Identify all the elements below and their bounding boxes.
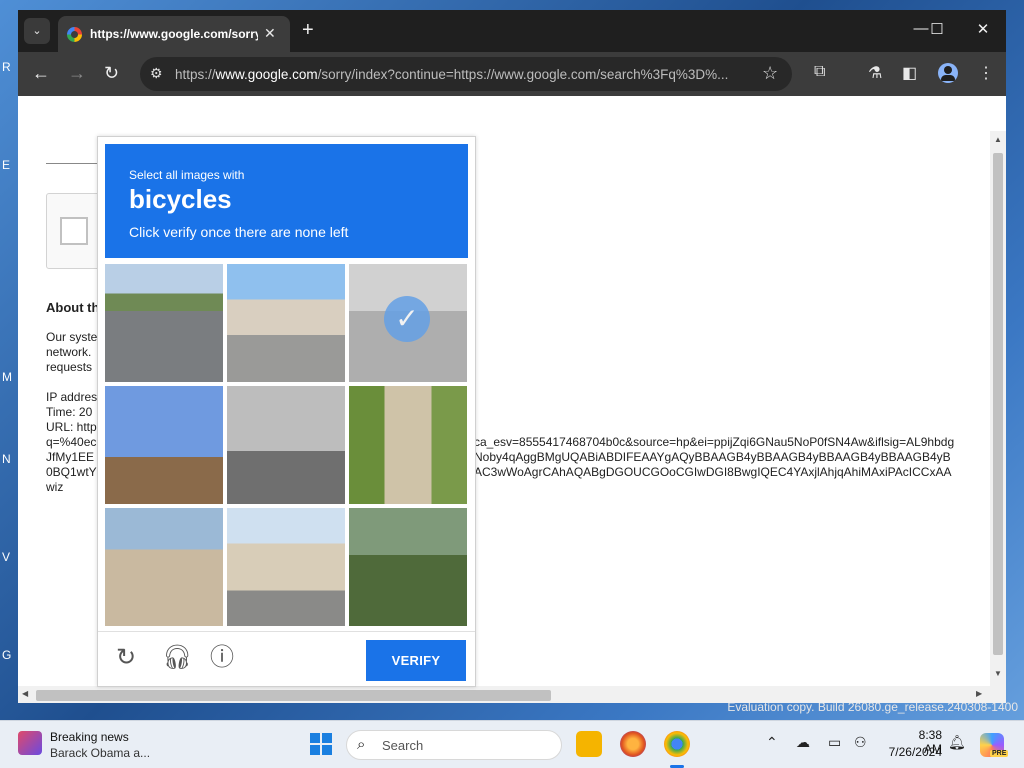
- captcha-tile-street-road[interactable]: [105, 264, 223, 382]
- news-title[interactable]: Breaking news: [50, 730, 129, 744]
- challenge-footer: ↻ 🎧︎ ⓘ VERIFY: [98, 631, 475, 687]
- ip-info-line: URL: http: [46, 420, 97, 434]
- explanation-line: network.: [46, 345, 92, 359]
- firefox-icon[interactable]: [620, 731, 646, 757]
- browser-toolbar: ← → ↻ ⚙ https://www.google.com/sorry/ind…: [18, 52, 1006, 96]
- labs-flask-icon[interactable]: ⚗: [868, 63, 882, 83]
- about-heading: About th: [46, 300, 100, 315]
- copilot-preview-badge: PRE: [990, 750, 1009, 757]
- taskbar: Breaking news Barack Obama a... ⌕ Search…: [0, 720, 1024, 768]
- reload-icon[interactable]: ↻: [116, 644, 136, 672]
- challenge-target: bicycles: [129, 184, 232, 214]
- display-icon[interactable]: ▭: [828, 734, 841, 751]
- horizontal-scroll-thumb[interactable]: [36, 690, 551, 701]
- url-tail-line: ca_esv=8555417468704b0c&source=hp&ei=ppi…: [474, 435, 955, 449]
- chrome-icon[interactable]: [664, 731, 690, 757]
- news-widget-icon[interactable]: [18, 731, 42, 755]
- selected-check-icon: ✓: [384, 296, 430, 342]
- forward-button[interactable]: →: [68, 63, 86, 83]
- vertical-scroll-thumb[interactable]: [993, 153, 1003, 655]
- desktop-icon-label[interactable]: E: [2, 158, 18, 172]
- recaptcha-challenge: Select all images with bicycles Click ve…: [97, 136, 476, 687]
- challenge-instruction: Select all images with: [129, 168, 245, 182]
- address-url[interactable]: https://www.google.com/sorry/index?conti…: [175, 67, 755, 83]
- new-tab-button[interactable]: +: [302, 19, 314, 41]
- active-tab[interactable]: https://www.google.com/sorry ✕: [58, 16, 290, 52]
- search-placeholder: Search: [382, 738, 424, 753]
- extensions-icon[interactable]: ⧉: [814, 63, 825, 81]
- back-button[interactable]: ←: [32, 63, 50, 83]
- recaptcha-checkbox[interactable]: [60, 217, 88, 245]
- desktop-icon-label[interactable]: V: [2, 550, 18, 564]
- scroll-up-arrow-icon[interactable]: ▲: [994, 135, 1002, 144]
- profile-avatar-icon[interactable]: [938, 63, 958, 83]
- ip-info-line: IP addres: [46, 390, 98, 404]
- scroll-left-arrow-icon[interactable]: ◀: [22, 689, 28, 698]
- ip-info-line: q=%40ec: [46, 435, 97, 449]
- desktop-icon-label[interactable]: N: [2, 452, 18, 466]
- ip-info-line: JfMy1EE: [46, 450, 95, 464]
- url-tail-line: Noby4qAggBMgUQABiABDIFEAAYgAQyBBAAGB4yBB…: [474, 450, 951, 464]
- captcha-tile-garden-hedge[interactable]: [349, 508, 467, 626]
- clock-date[interactable]: 7/26/2024: [884, 745, 942, 759]
- captcha-tile-residential-street[interactable]: [227, 508, 345, 626]
- google-favicon-icon: [67, 27, 82, 42]
- url-tail-line: AC3wWoAgrCAhAQABgDGOUCGOoCGIwDGI8BwgIQEC…: [474, 465, 952, 479]
- site-info-icon[interactable]: ⚙: [150, 65, 163, 82]
- challenge-hint: Click verify once there are none left: [129, 224, 349, 240]
- explanation-line: requests: [46, 360, 93, 374]
- verify-button[interactable]: VERIFY: [366, 640, 466, 681]
- vertical-scrollbar[interactable]: ▲ ▼: [990, 131, 1006, 686]
- close-window-button[interactable]: ✕: [968, 20, 998, 38]
- captcha-tile-bicycles-rack[interactable]: [105, 508, 223, 626]
- start-windows-icon[interactable]: [310, 733, 332, 755]
- desktop-icon-label[interactable]: R: [2, 60, 18, 74]
- bookmark-star-icon[interactable]: ☆: [762, 63, 778, 84]
- explanation-line: Our syste: [46, 330, 98, 344]
- captcha-tile-bicycle-by-wall[interactable]: [227, 386, 345, 504]
- scroll-down-arrow-icon[interactable]: ▼: [994, 669, 1002, 678]
- reload-button[interactable]: ↻: [104, 63, 119, 83]
- taskbar-search[interactable]: ⌕ Search: [346, 730, 562, 760]
- maximize-button[interactable]: ☐: [922, 20, 952, 38]
- headphones-icon[interactable]: 🎧︎: [162, 644, 192, 672]
- network-icon[interactable]: ⚇: [854, 734, 867, 751]
- news-subtitle[interactable]: Barack Obama a...: [50, 746, 150, 760]
- ip-info-line: wiz: [46, 480, 64, 494]
- address-bar[interactable]: ⚙ https://www.google.com/sorry/index?con…: [140, 57, 792, 91]
- notification-bell-icon[interactable]: 🔔︎: [948, 734, 966, 751]
- tab-close-icon[interactable]: ✕: [264, 25, 276, 42]
- captcha-tile-parked-bicycles[interactable]: ✓: [349, 264, 467, 382]
- challenge-header: Select all images with bicycles Click ve…: [105, 144, 468, 258]
- scroll-right-arrow-icon[interactable]: ▶: [976, 689, 982, 698]
- ip-info-line: Time: 20: [46, 405, 93, 419]
- info-icon[interactable]: ⓘ: [210, 644, 234, 672]
- search-icon: ⌕: [357, 736, 366, 753]
- horizontal-scrollbar[interactable]: ◀ ▶: [18, 686, 1006, 703]
- captcha-tile-houses-street[interactable]: [227, 264, 345, 382]
- ip-info-line: 0BQ1wtY: [46, 465, 97, 479]
- tab-search-button[interactable]: ⌄: [24, 18, 50, 44]
- captcha-tile-scooter-gate[interactable]: [349, 386, 467, 504]
- onedrive-cloud-icon[interactable]: ☁: [796, 734, 810, 751]
- desktop-icon-label[interactable]: M: [2, 370, 18, 384]
- desktop-icon-label[interactable]: G: [2, 648, 18, 662]
- menu-kebab-icon[interactable]: ⋮: [978, 63, 994, 83]
- show-hidden-icons-chevron-icon[interactable]: ⌃: [766, 734, 778, 751]
- captcha-tile-power-lines[interactable]: [105, 386, 223, 504]
- side-panel-icon[interactable]: ◧: [902, 63, 917, 83]
- tab-title: https://www.google.com/sorry: [90, 27, 258, 41]
- tab-strip: ⌄ https://www.google.com/sorry ✕ + — ☐ ✕: [18, 10, 1006, 52]
- file-explorer-icon[interactable]: [576, 731, 602, 757]
